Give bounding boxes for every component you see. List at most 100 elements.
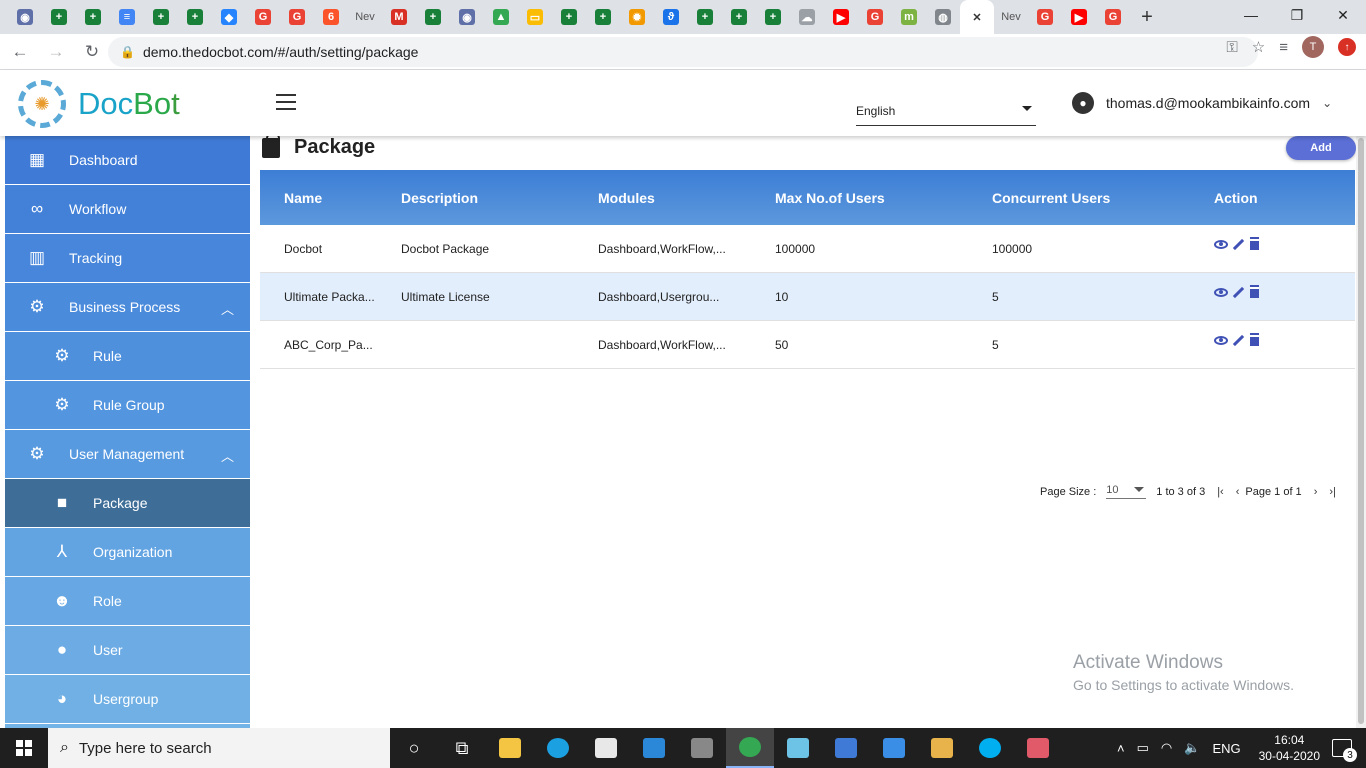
column-header[interactable]: Max No.of Users xyxy=(775,190,992,206)
docbot-logo[interactable]: ✺ DocBot xyxy=(18,80,180,128)
table-row[interactable]: Ultimate Packa... Ultimate License Dashboa… xyxy=(260,273,1355,321)
edit-icon[interactable] xyxy=(1232,286,1245,299)
sidebar-item-usergroup[interactable]: ◕ Usergroup xyxy=(5,675,250,724)
sidebar-item-dashboard[interactable]: ▦ Dashboard xyxy=(5,136,250,185)
sidebar-item-package[interactable]: ■ Package xyxy=(5,479,250,528)
browser-tab[interactable]: ◉ xyxy=(8,0,42,34)
eye-icon[interactable] xyxy=(1214,288,1228,297)
sidebar-item-tracking[interactable]: ▥ Tracking xyxy=(5,234,250,283)
browser-tab[interactable]: ▭ xyxy=(518,0,552,34)
url-input[interactable]: 🔒 demo.thedocbot.com/#/auth/setting/pack… xyxy=(108,37,1258,67)
browser-tab[interactable]: + xyxy=(552,0,586,34)
store-icon[interactable] xyxy=(582,728,630,768)
language-indicator[interactable]: ENG xyxy=(1212,741,1240,756)
profile-avatar[interactable]: T xyxy=(1302,36,1324,58)
browser-tab[interactable]: ☁ xyxy=(790,0,824,34)
page-scrollbar[interactable] xyxy=(1356,136,1366,728)
sidebar-item-organization[interactable]: ⅄ Organization xyxy=(5,528,250,577)
prev-page-icon[interactable]: ‹ xyxy=(1236,486,1240,498)
browser-tab[interactable]: + xyxy=(42,0,76,34)
photos-icon[interactable] xyxy=(870,728,918,768)
reload-icon[interactable]: ↻ xyxy=(76,36,108,68)
sidebar-item-user-management[interactable]: ⚙ User Management ︿ xyxy=(5,430,250,479)
wps-icon[interactable] xyxy=(822,728,870,768)
last-page-icon[interactable]: ›| xyxy=(1329,486,1336,498)
scrollbar-thumb[interactable] xyxy=(1358,138,1364,724)
key-icon[interactable]: ⚿ xyxy=(1226,39,1237,56)
column-header[interactable]: Concurrent Users xyxy=(992,190,1214,206)
clock[interactable]: 16:04 30-04-2020 xyxy=(1259,732,1320,764)
browser-tab[interactable]: ▶ xyxy=(824,0,858,34)
chevron-up-icon[interactable]: ︿ xyxy=(221,446,234,465)
first-page-icon[interactable]: |‹ xyxy=(1217,486,1224,498)
column-header[interactable]: Modules xyxy=(598,190,775,206)
menu-toggle-icon[interactable] xyxy=(276,94,296,110)
delete-icon[interactable] xyxy=(1250,287,1259,298)
browser-tab[interactable]: + xyxy=(178,0,212,34)
browser-tab[interactable]: ≡ xyxy=(110,0,144,34)
browser-tab[interactable]: 6 xyxy=(314,0,348,34)
sidebar-item-rule[interactable]: ⚙ Rule xyxy=(5,332,250,381)
browser-tab[interactable]: G xyxy=(246,0,280,34)
taskbar-search[interactable]: ⌕ Type here to search xyxy=(48,728,390,768)
edge-icon[interactable] xyxy=(534,728,582,768)
chevron-up-icon[interactable]: ︿ xyxy=(221,299,234,318)
forward-arrow-icon[interactable]: → xyxy=(40,36,72,68)
table-row[interactable]: Docbot Docbot Package Dashboard,WorkFlow,.… xyxy=(260,225,1355,273)
notification-icon[interactable]: 3 xyxy=(1332,739,1357,762)
chevron-up-icon[interactable]: ˄ xyxy=(1117,741,1125,756)
sidebar-item-user[interactable]: ● User xyxy=(5,626,250,675)
back-arrow-icon[interactable]: ← xyxy=(4,36,36,68)
eye-icon[interactable] xyxy=(1214,240,1228,249)
browser-tab[interactable]: M xyxy=(382,0,416,34)
next-page-icon[interactable]: › xyxy=(1314,486,1318,498)
close-window-icon[interactable]: ✕ xyxy=(1320,0,1366,30)
browser-tab[interactable]: ✕ xyxy=(960,0,994,34)
edit-icon[interactable] xyxy=(1232,334,1245,347)
browser-tab[interactable]: + xyxy=(722,0,756,34)
sidebar-item-business-process[interactable]: ⚙ Business Process ︿ xyxy=(5,283,250,332)
security-icon[interactable] xyxy=(678,728,726,768)
browser-tab[interactable]: G xyxy=(858,0,892,34)
maximize-icon[interactable]: ❐ xyxy=(1274,0,1320,30)
sidebar-item-workflow[interactable]: ∞ Workflow xyxy=(5,185,250,234)
cortana-icon[interactable]: ○ xyxy=(390,728,438,768)
table-row[interactable]: ABC_Corp_Pa... Dashboard,WorkFlow,... 50 5 xyxy=(260,321,1355,369)
star-icon[interactable]: ☆ xyxy=(1252,38,1265,56)
file-explorer-icon[interactable] xyxy=(486,728,534,768)
chrome-icon[interactable] xyxy=(726,728,774,768)
battery-icon[interactable]: ▭ xyxy=(1137,740,1149,756)
browser-tab[interactable]: G xyxy=(1096,0,1130,34)
reading-list-icon[interactable]: ≡ xyxy=(1279,39,1288,56)
browser-tab[interactable]: ◉ xyxy=(450,0,484,34)
browser-tab[interactable]: G xyxy=(1028,0,1062,34)
browser-tab[interactable]: ◆ xyxy=(212,0,246,34)
column-header[interactable]: Description xyxy=(401,190,598,206)
browser-tab[interactable]: ▶ xyxy=(1062,0,1096,34)
browser-tab[interactable]: ϑ xyxy=(654,0,688,34)
mail-icon[interactable] xyxy=(630,728,678,768)
browser-tab[interactable]: m xyxy=(892,0,926,34)
user-menu[interactable]: ● thomas.d@mookambikainfo.com ⌄ xyxy=(1072,92,1332,114)
paint-icon[interactable] xyxy=(918,728,966,768)
close-tab-icon[interactable]: ✕ xyxy=(969,9,985,25)
browser-tab[interactable]: Nev xyxy=(994,0,1028,34)
delete-icon[interactable] xyxy=(1250,335,1259,346)
delete-icon[interactable] xyxy=(1250,239,1259,250)
sidebar-item-rule-group[interactable]: ⚙ Rule Group xyxy=(5,381,250,430)
browser-tab[interactable]: G xyxy=(280,0,314,34)
skype-icon[interactable] xyxy=(966,728,1014,768)
volume-icon[interactable]: 🔈 xyxy=(1184,740,1200,756)
wifi-icon[interactable]: ◠ xyxy=(1161,740,1172,756)
sidebar-item-role[interactable]: ☻ Role xyxy=(5,577,250,626)
update-icon[interactable]: ↑ xyxy=(1338,38,1356,56)
eye-icon[interactable] xyxy=(1214,336,1228,345)
browser-tab[interactable]: ◍ xyxy=(926,0,960,34)
browser-tab[interactable]: + xyxy=(756,0,790,34)
browser-tab[interactable]: + xyxy=(688,0,722,34)
browser-tab[interactable]: + xyxy=(76,0,110,34)
start-button[interactable] xyxy=(0,728,48,768)
browser-tab[interactable]: + xyxy=(586,0,620,34)
browser-tab[interactable]: Nev xyxy=(348,0,382,34)
minimize-icon[interactable]: — xyxy=(1228,0,1274,30)
